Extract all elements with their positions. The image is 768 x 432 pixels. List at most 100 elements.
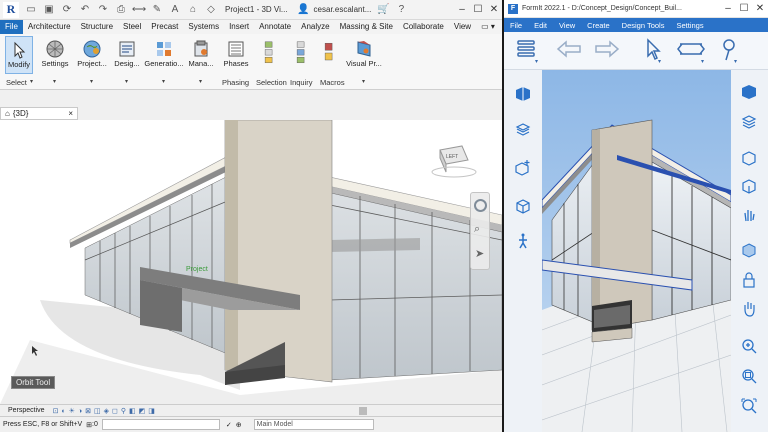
zoom-in-icon[interactable]: [737, 334, 761, 358]
viewcube[interactable]: LEFT: [431, 145, 477, 178]
tab-file[interactable]: File: [0, 20, 23, 34]
tab-annotate[interactable]: Annotate: [254, 20, 296, 34]
formit-menu-settings[interactable]: Settings: [670, 21, 709, 30]
panel-select[interactable]: Select: [6, 78, 27, 87]
zoom-window-icon[interactable]: [737, 364, 761, 388]
undo-icon[interactable]: ↶: [79, 4, 91, 16]
project-dropdown-icon[interactable]: ▾: [90, 78, 93, 85]
help-icon[interactable]: ?: [395, 4, 407, 16]
save-icon[interactable]: ▣: [43, 4, 55, 16]
view-tab-close-icon[interactable]: ×: [68, 109, 73, 118]
tab-collaborate[interactable]: Collaborate: [398, 20, 449, 34]
formit-minimize-button[interactable]: –: [720, 3, 736, 14]
design-options-status-icon[interactable]: ⊕: [236, 421, 242, 429]
zoom-extents-icon[interactable]: [737, 394, 761, 418]
pan-hand-icon[interactable]: [737, 296, 761, 320]
formit-menu-view[interactable]: View: [553, 21, 581, 30]
minimize-button[interactable]: –: [454, 4, 470, 15]
tab-view[interactable]: View: [449, 20, 476, 34]
explode-icon[interactable]: [511, 118, 535, 142]
tab-precast[interactable]: Precast: [146, 20, 183, 34]
sync-icon[interactable]: ⟳: [61, 4, 73, 16]
manage-button[interactable]: Mana...: [186, 36, 216, 74]
open-icon[interactable]: ▭: [25, 4, 37, 16]
inquiry-tools[interactable]: [292, 36, 312, 74]
view-type-label[interactable]: Perspective: [8, 407, 45, 414]
revit-logo-icon[interactable]: R: [3, 1, 19, 18]
formit-menu-file[interactable]: File: [504, 21, 528, 30]
text-icon[interactable]: A: [169, 4, 181, 16]
formit-close-button[interactable]: ✕: [752, 3, 768, 14]
view-tab-3d[interactable]: ⌂ {3D} ×: [0, 107, 78, 120]
cube-select-icon[interactable]: [737, 146, 761, 170]
tab-architecture[interactable]: Architecture: [23, 20, 76, 34]
ribbon-tabs: File Architecture Structure Steel Precas…: [0, 20, 502, 34]
measure-icon[interactable]: ⟷: [132, 4, 146, 16]
formit-menu-design-tools[interactable]: Design Tools: [616, 21, 671, 30]
add-cube-icon[interactable]: [511, 156, 535, 180]
design-options-icon: [119, 41, 135, 57]
cube-filled-icon[interactable]: [737, 238, 761, 262]
design-dropdown-icon[interactable]: ▾: [125, 78, 128, 85]
manage-dropdown-icon[interactable]: ▾: [199, 78, 202, 85]
workset-dropdown[interactable]: [101, 419, 220, 430]
tab-massing-site[interactable]: Massing & Site: [335, 20, 398, 34]
design-options-button[interactable]: Desig...: [112, 36, 142, 74]
solid-cube-right-icon[interactable]: [737, 80, 761, 104]
generative-design-button[interactable]: Generatio...: [144, 36, 184, 74]
generative-dropdown-icon[interactable]: ▾: [162, 78, 165, 85]
pan-icon[interactable]: ➤: [475, 247, 484, 260]
tab-steel[interactable]: Steel: [118, 20, 146, 34]
ribbon-options-icon[interactable]: ▭ ▾: [476, 20, 500, 34]
modify-button[interactable]: Modify: [5, 36, 33, 74]
selection-tools[interactable]: [258, 36, 282, 74]
select-dropdown-icon[interactable]: ▾: [30, 78, 33, 85]
modify-label: Modify: [7, 60, 31, 69]
cube-solid-icon[interactable]: [511, 82, 535, 106]
horizontal-scrollbar-thumb[interactable]: [359, 406, 367, 415]
cart-icon[interactable]: 🛒: [377, 4, 389, 16]
redo-icon[interactable]: ↷: [97, 4, 109, 16]
formit-maximize-button[interactable]: ☐: [736, 3, 752, 14]
close-button[interactable]: ✕: [486, 4, 502, 15]
revit-building-render: Project LEFT: [0, 120, 502, 404]
macros-tools[interactable]: [320, 36, 340, 74]
settings-dropdown-icon[interactable]: ▾: [53, 78, 56, 85]
tab-analyze[interactable]: Analyze: [296, 20, 334, 34]
cube-outline-icon[interactable]: [511, 194, 535, 218]
user-icon[interactable]: 👤: [297, 4, 309, 16]
formit-window-title: FormIt 2022.1 - D:/Concept_Design/Concep…: [522, 5, 682, 12]
maximize-button[interactable]: ☐: [470, 4, 486, 15]
3d-view-icon[interactable]: ⌂: [187, 4, 199, 16]
phases-button[interactable]: Phases: [222, 36, 250, 74]
formit-menu-create[interactable]: Create: [581, 21, 616, 30]
phases-label: Phases: [223, 59, 249, 68]
lock-icon[interactable]: [737, 268, 761, 292]
hand-icon[interactable]: [737, 202, 761, 226]
visual-programming-button[interactable]: Visual Pr...: [346, 36, 382, 74]
user-name[interactable]: cesar.escalant...: [314, 5, 372, 14]
tab-insert[interactable]: Insert: [224, 20, 254, 34]
editable-only-icon[interactable]: ✓: [226, 421, 232, 429]
zoom-icon[interactable]: ⌕: [474, 223, 480, 236]
tab-systems[interactable]: Systems: [183, 20, 224, 34]
formit-menu-edit[interactable]: Edit: [528, 21, 553, 30]
section-icon[interactable]: ◇: [205, 4, 217, 16]
formit-logo-icon[interactable]: F: [508, 3, 518, 14]
formit-3d-viewport[interactable]: [542, 70, 731, 432]
layers-stack-icon[interactable]: [737, 110, 761, 134]
settings-button[interactable]: Settings: [40, 36, 70, 74]
move-icon: [677, 43, 705, 55]
design-option-dropdown[interactable]: Main Model: [253, 419, 374, 430]
dimension-icon[interactable]: ✎: [151, 4, 163, 16]
visual-dropdown-icon[interactable]: ▾: [362, 78, 365, 85]
walk-icon[interactable]: [511, 230, 535, 254]
view-control-icons[interactable]: ⊡◐☀◑⊠◫◈◻⚲◧◩◨: [53, 407, 158, 415]
steering-wheel-icon[interactable]: [474, 199, 487, 212]
status-text: Press ESC, F8 or Shift+V: [3, 421, 83, 428]
revit-3d-viewport[interactable]: Project LEFT: [0, 120, 502, 404]
tab-structure[interactable]: Structure: [76, 20, 118, 34]
project-button[interactable]: Project...: [75, 36, 109, 74]
print-icon[interactable]: ⎙: [115, 4, 127, 16]
cube-group-icon[interactable]: [737, 174, 761, 198]
